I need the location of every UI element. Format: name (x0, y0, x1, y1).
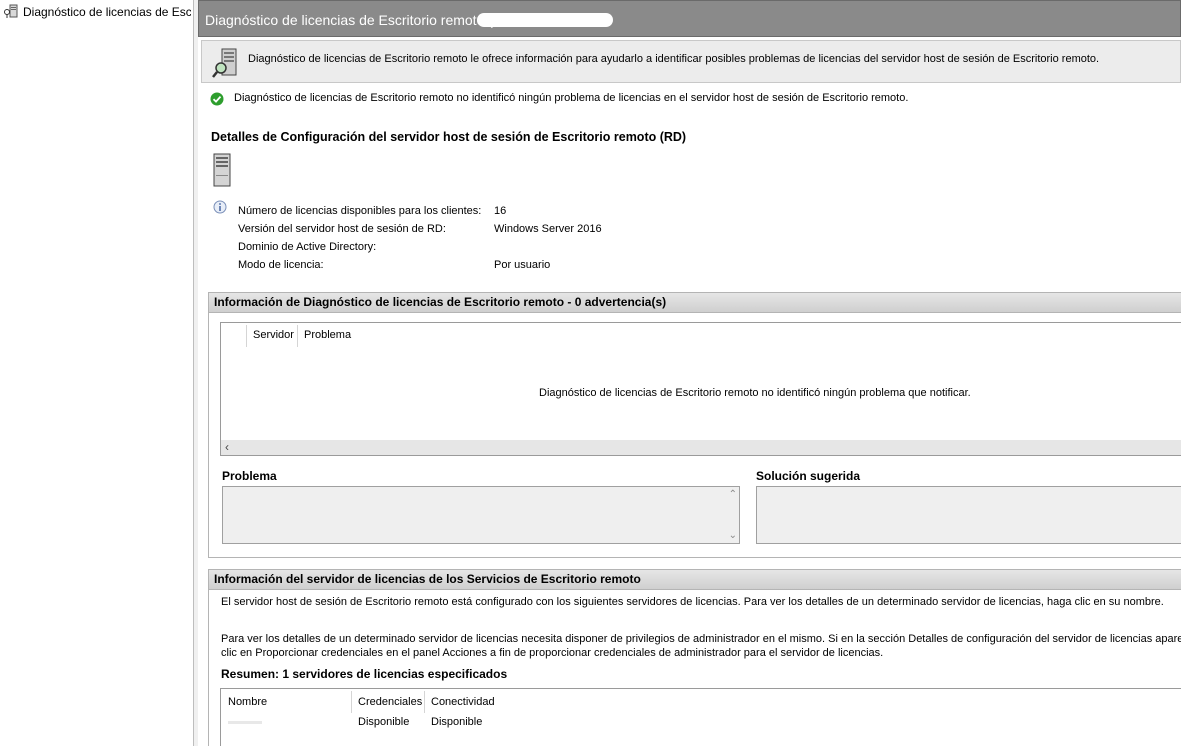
diagnostics-list[interactable]: Servidor Problema Diagnóstico de licenci… (220, 322, 1181, 456)
license-servers-heading: Información del servidor de licencias de… (209, 570, 1181, 590)
horizontal-scrollbar[interactable]: ‹ (221, 440, 1181, 455)
config-value: Por usuario (494, 259, 551, 271)
config-key: Modo de licencia: (238, 259, 324, 271)
status-text: Diagnóstico de licencias de Escritorio r… (234, 92, 909, 104)
empty-list-message: Diagnóstico de licencias de Escritorio r… (539, 387, 971, 399)
diagnostics-heading: Información de Diagnóstico de licencias … (209, 293, 1181, 313)
column-divider (246, 325, 247, 347)
redacted-server-name (477, 13, 613, 27)
content-title-bar: Diagnóstico de licencias de Escritorio r… (198, 0, 1181, 37)
tree-item-label: Diagnóstico de licencias de Escritorio r… (23, 5, 191, 19)
column-header-server[interactable]: Servidor (253, 329, 294, 341)
license-server-row[interactable]: Disponible Disponible (221, 715, 1181, 731)
column-divider (351, 691, 352, 713)
column-divider (424, 691, 425, 713)
credentials-value: Disponible (358, 716, 410, 728)
problem-textbox[interactable]: ⌃ ⌄ (222, 486, 740, 544)
connectivity-value: Disponible (431, 716, 483, 728)
diagnostics-panel: Información de Diagnóstico de licencias … (208, 292, 1181, 558)
license-servers-credentials-note: clic en Proporcionar credenciales en el … (221, 647, 884, 659)
navigation-tree: Diagnóstico de licencias de Escritorio r… (0, 0, 194, 746)
tree-item-licensing-diagnosis[interactable]: Diagnóstico de licencias de Escritorio r… (3, 3, 191, 21)
problem-label: Problema (222, 469, 277, 483)
intro-banner: Diagnóstico de licencias de Escritorio r… (201, 40, 1181, 83)
column-divider (297, 325, 298, 347)
scroll-down-icon[interactable]: ⌄ (729, 530, 737, 541)
content-title: Diagnóstico de licencias de Escritorio r… (205, 12, 493, 28)
redacted-license-server-name (228, 721, 262, 724)
config-key: Número de licencias disponibles para los… (238, 205, 482, 217)
intro-text: Diagnóstico de licencias de Escritorio r… (248, 53, 1100, 65)
column-header-connectivity[interactable]: Conectividad (431, 696, 495, 708)
license-servers-list[interactable]: Nombre Credenciales Conectividad Disponi… (220, 688, 1181, 746)
info-icon (213, 200, 227, 217)
license-servers-privileges-note: Para ver los detalles de un determinado … (221, 633, 1181, 645)
scroll-left-icon[interactable]: ‹ (225, 440, 229, 454)
status-line: Diagnóstico de licencias de Escritorio r… (210, 92, 909, 106)
scroll-up-icon[interactable]: ⌃ (729, 489, 737, 500)
config-value: Windows Server 2016 (494, 223, 602, 235)
config-heading: Detalles de Configuración del servidor h… (211, 130, 687, 144)
check-icon (210, 92, 224, 109)
license-servers-summary: Resumen: 1 servidores de licencias espec… (221, 667, 508, 681)
license-servers-panel: Información del servidor de licencias de… (208, 569, 1181, 746)
column-header-problem[interactable]: Problema (304, 329, 351, 341)
config-key: Dominio de Active Directory: (238, 241, 377, 253)
server-diagnostics-icon (212, 47, 242, 82)
licensing-diagnosis-icon (3, 3, 19, 21)
server-icon (211, 153, 233, 190)
main-content: Diagnóstico de licencias de Escritorio r… (198, 0, 1181, 746)
config-value: 16 (494, 205, 507, 217)
column-header-credentials[interactable]: Credenciales (358, 696, 422, 708)
solution-label: Solución sugerida (756, 469, 861, 483)
config-key: Versión del servidor host de sesión de R… (238, 223, 446, 235)
license-servers-description: El servidor host de sesión de Escritorio… (221, 596, 1164, 608)
column-header-name[interactable]: Nombre (228, 696, 267, 708)
solution-textbox[interactable] (756, 486, 1181, 544)
